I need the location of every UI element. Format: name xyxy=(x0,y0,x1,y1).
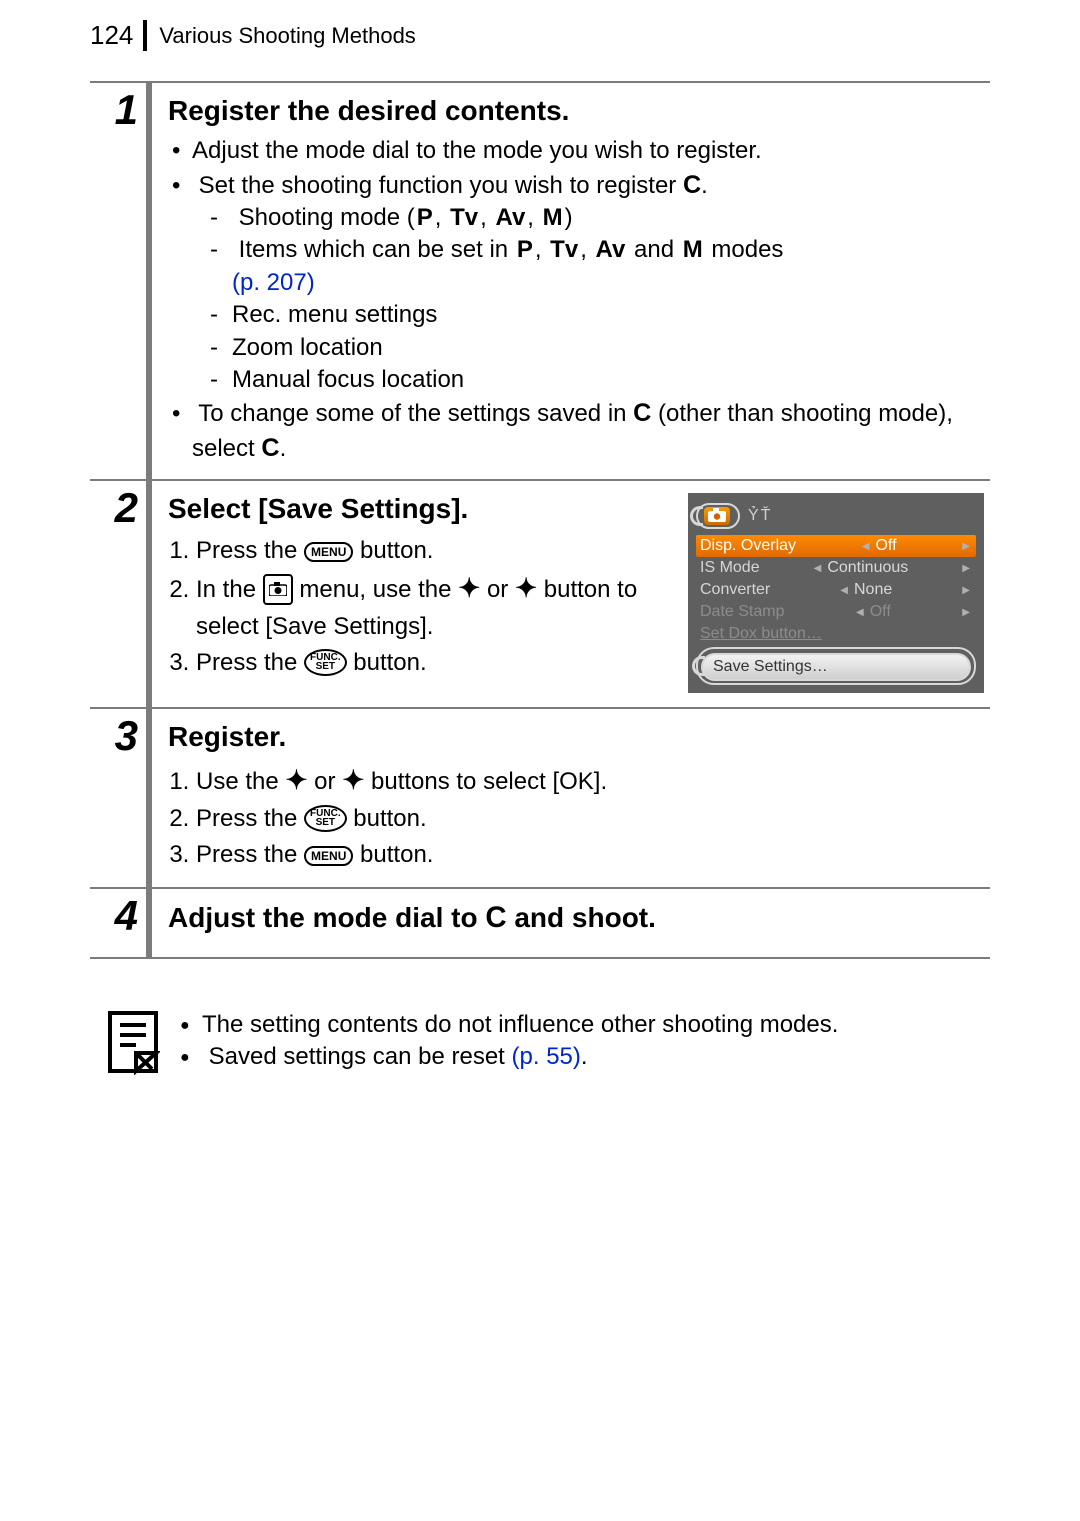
step-title: Register the desired contents. xyxy=(168,95,984,127)
step-title: Register. xyxy=(168,721,984,753)
lcd-row: IS Mode ◀Continuous ▶ xyxy=(696,557,976,579)
steps-list: 1 Register the desired contents. Adjust … xyxy=(90,81,990,959)
list-item: Press the FUNC.SET button. xyxy=(196,645,672,681)
mode-p: P xyxy=(515,234,535,266)
list-item: Use the ✦ or ✦ buttons to select [OK]. xyxy=(196,761,984,801)
step-title: Adjust the mode dial to C and shoot. xyxy=(168,901,984,935)
c-mode-icon: C xyxy=(633,399,651,427)
step-number: 2 xyxy=(115,484,138,531)
step-2: 2 Select [Save Settings]. Press the MENU… xyxy=(90,479,990,707)
note-icon xyxy=(106,1009,160,1082)
dash-item: Items which can be set in P, Tv, Av and … xyxy=(232,234,984,299)
mode-p: P xyxy=(415,202,435,234)
page-header: 124 Various Shooting Methods xyxy=(90,20,990,51)
c-mode-icon: C xyxy=(261,434,279,462)
mode-m: M xyxy=(541,202,565,234)
lcd-save-highlight: Save Settings… xyxy=(696,647,976,685)
step-number: 4 xyxy=(115,892,138,939)
c-mode-icon: C xyxy=(683,171,701,199)
bullet: Set the shooting function you wish to re… xyxy=(192,168,984,397)
left-arrow-icon: ✦ xyxy=(285,761,307,801)
step-3: 3 Register. Use the ✦ or ✦ buttons to se… xyxy=(90,707,990,887)
step-title: Select [Save Settings]. xyxy=(168,493,672,525)
mode-av: Av xyxy=(494,202,528,234)
right-arrow-icon: ✦ xyxy=(342,761,364,801)
list-item: Press the MENU button. xyxy=(196,533,672,569)
step-1: 1 Register the desired contents. Adjust … xyxy=(90,83,990,479)
func-set-button-icon: FUNC.SET xyxy=(304,649,347,676)
page-number: 124 xyxy=(90,20,147,51)
list-item: In the menu, use the ✦ or ✦ button to se… xyxy=(196,569,672,645)
lcd-row: Converter ◀None ▶ xyxy=(696,579,976,601)
menu-button-icon: MENU xyxy=(304,846,353,866)
camera-icon xyxy=(704,507,730,525)
step-number: 1 xyxy=(115,86,138,133)
c-mode-icon: C xyxy=(485,901,506,934)
lcd-tools-tab: ỶŤ xyxy=(748,507,772,525)
dash-item: Manual focus location xyxy=(232,364,984,396)
notes-section: The setting contents do not influence ot… xyxy=(90,1009,990,1082)
lcd-tab-selected xyxy=(696,503,740,529)
dash-item: Shooting mode (P, Tv, Av, M) xyxy=(232,202,984,234)
lcd-save-settings: Save Settings… xyxy=(701,653,971,681)
list-item: Press the MENU button. xyxy=(196,837,984,873)
func-set-button-icon: FUNC.SET xyxy=(304,805,347,832)
note-item: The setting contents do not influence ot… xyxy=(180,1009,838,1041)
list-item: Press the FUNC.SET button. xyxy=(196,801,984,837)
bullet: Adjust the mode dial to the mode you wis… xyxy=(192,135,984,167)
menu-button-icon: MENU xyxy=(304,542,353,562)
mode-av: Av xyxy=(594,234,628,266)
lcd-row: Set Dox button… xyxy=(696,623,976,645)
mode-m: M xyxy=(681,234,705,266)
bullet: To change some of the settings saved in … xyxy=(192,396,984,465)
page-ref-link[interactable]: (p. 207) xyxy=(232,269,315,296)
section-title: Various Shooting Methods xyxy=(159,23,415,49)
step-4: 4 Adjust the mode dial to C and shoot. xyxy=(90,887,990,959)
note-item: Saved settings can be reset (p. 55). xyxy=(180,1041,838,1073)
mode-tv: Tv xyxy=(548,234,580,266)
lcd-row: Disp. Overlay ◀Off ▶ xyxy=(696,535,976,557)
down-arrow-icon: ✦ xyxy=(515,569,537,609)
lcd-row: Date Stamp ◀Off ▶ xyxy=(696,601,976,623)
dash-item: Rec. menu settings xyxy=(232,299,984,331)
step-number: 3 xyxy=(115,712,138,759)
page-ref-link[interactable]: (p. 55) xyxy=(512,1043,581,1070)
dash-item: Zoom location xyxy=(232,332,984,364)
camera-tab-icon xyxy=(263,574,293,605)
camera-lcd-preview: ỶŤ Disp. Overlay ◀Off ▶ IS Mode ◀Continu… xyxy=(688,493,984,693)
mode-tv: Tv xyxy=(448,202,480,234)
up-arrow-icon: ✦ xyxy=(458,569,480,609)
